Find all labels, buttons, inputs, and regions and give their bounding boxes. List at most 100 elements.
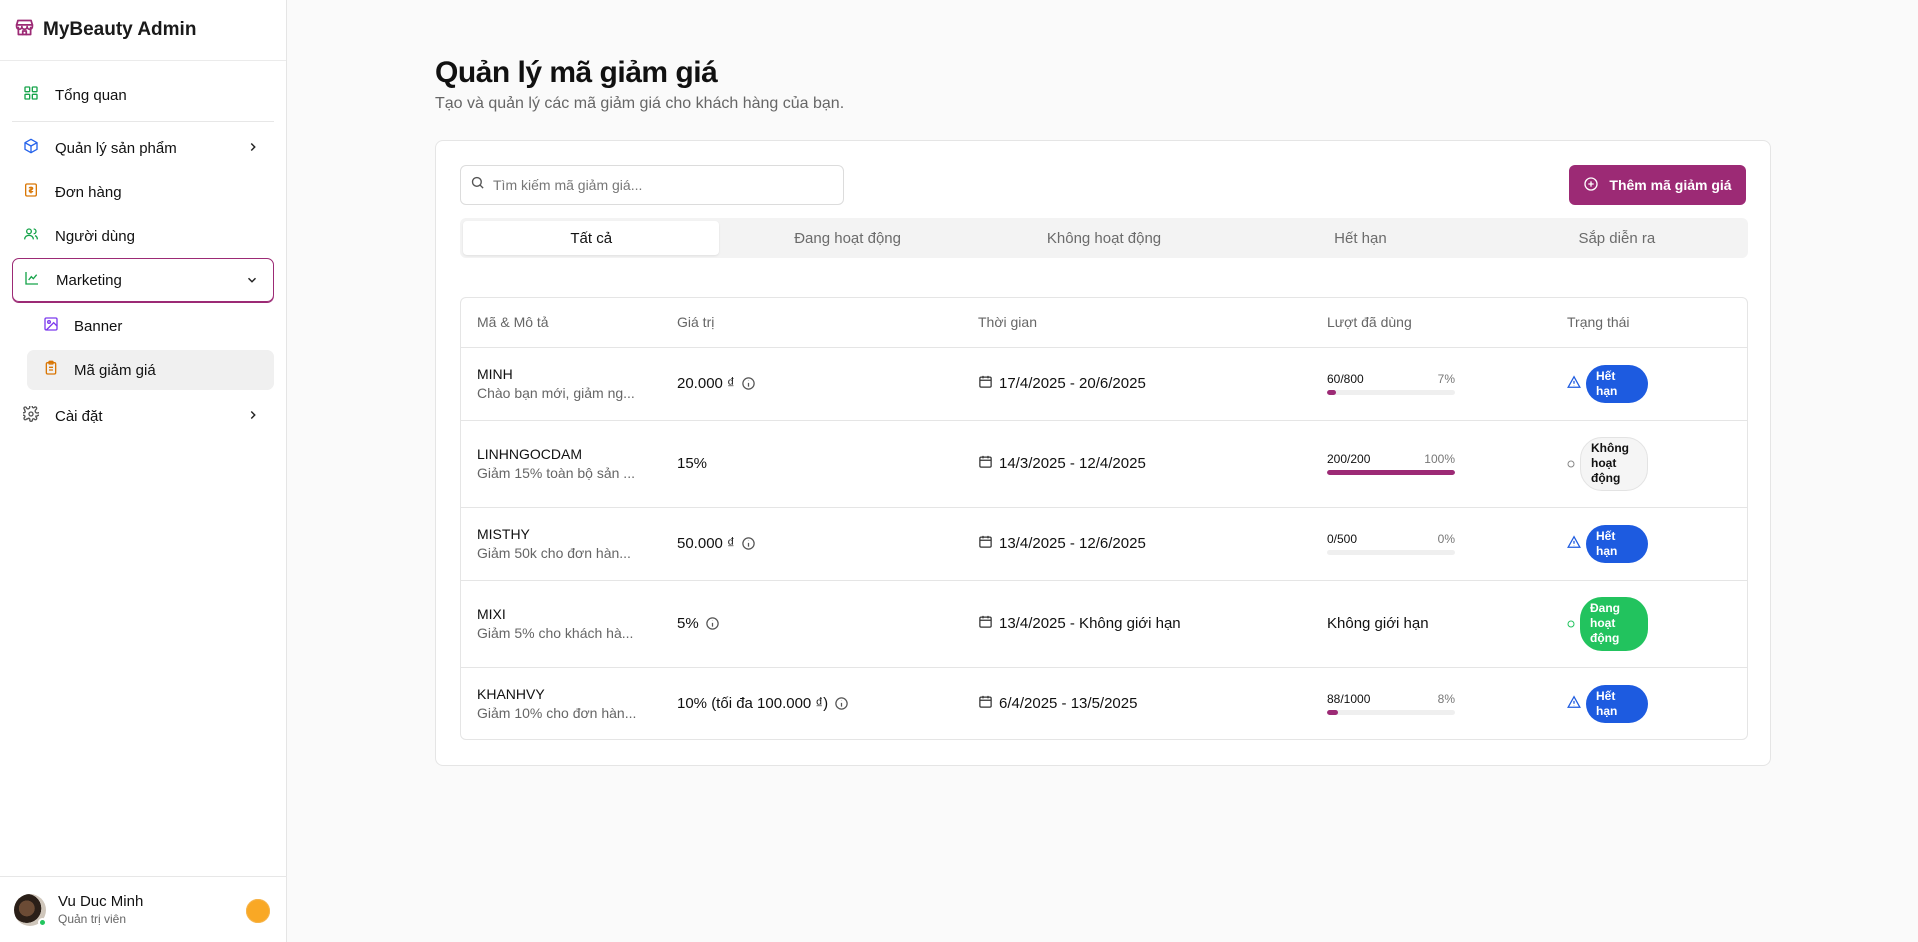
page-subtitle: Tạo và quản lý các mã giảm giá cho khách… <box>435 95 845 112</box>
coupon-code: LINHNGOCDAM <box>477 446 583 462</box>
theme-toggle[interactable] <box>246 899 270 923</box>
coupon-value: 15% <box>677 455 708 472</box>
column-header[interactable]: Thời gian <box>962 298 1311 348</box>
usage-progress: 0/500 0% <box>1327 532 1455 555</box>
usage-count: 88/1000 <box>1327 692 1371 707</box>
chevron-right-icon <box>246 140 260 158</box>
info-icon[interactable] <box>741 536 756 551</box>
coupon-value: 20.000 ₫ <box>677 375 735 392</box>
inactive-circle-icon <box>1567 455 1575 472</box>
brand[interactable]: MyBeauty Admin <box>0 0 286 61</box>
coupon-dates: 17/4/2025 - 20/6/2025 <box>999 375 1146 392</box>
coupon-description: Giảm 10% cho đơn hàn... <box>477 705 637 722</box>
coupon-table: Mã & Mô tả Giá trị Thời gian Lượt đã dùn… <box>460 297 1748 740</box>
sidebar-item-label: Marketing <box>56 271 122 289</box>
gear-icon <box>21 404 41 426</box>
usage-percent: 100% <box>1424 452 1455 466</box>
dashboard-icon <box>23 85 39 105</box>
tab-inactive[interactable]: Không hoạt động <box>976 221 1232 255</box>
status-badge: Hết hạn <box>1586 684 1648 723</box>
main-content: Quản lý mã giảm giá Tạo và quản lý các m… <box>287 0 1918 942</box>
calendar-icon <box>978 694 993 713</box>
sidebar-item-label: Người dùng <box>55 227 135 245</box>
coupon-value: 50.000 ₫ <box>677 535 735 552</box>
online-indicator <box>38 917 47 927</box>
sidebar-item-orders[interactable]: Đơn hàng <box>12 170 274 214</box>
usage-percent: 8% <box>1437 692 1455 707</box>
chart-line-icon <box>24 270 40 290</box>
usage-percent: 0% <box>1437 532 1455 546</box>
coupon-description: Giảm 5% cho khách hà... <box>477 625 634 641</box>
chevron-down-icon <box>245 273 259 291</box>
calendar-icon <box>978 534 993 553</box>
status-text: Hết <box>1596 688 1616 703</box>
usage-count: 0/500 <box>1327 532 1358 546</box>
coupon-description: Giảm 15% toàn bộ sản ... <box>477 465 635 481</box>
usage-bar-fill <box>1327 710 1339 716</box>
coupon-code: MINH <box>477 366 513 382</box>
status-text: Hết <box>1596 368 1616 383</box>
table-row[interactable]: MINH Chào bạn mới, giảm ng... 20.000 ₫ 17… <box>461 347 1747 421</box>
sidebar-item-label: Quản lý sản phẩm <box>55 139 177 157</box>
coupon-value: 10% (tối đa 100.000 ₫) <box>677 695 829 713</box>
usage-progress: 88/1000 8% <box>1327 692 1455 716</box>
status-text: Đang <box>1590 601 1620 615</box>
app-title: MyBeauty Admin <box>43 19 197 40</box>
table-row[interactable]: MISTHY Giảm 50k cho đơn hàn... 50.000 ₫ 1… <box>461 507 1747 581</box>
status-tabs: Tất cả Đang hoạt động Không hoạt động Hế… <box>460 218 1748 258</box>
coupon-card: Thêm mã giảm giá Tất cả Đang hoạt động K… <box>435 140 1771 766</box>
usage-percent: 7% <box>1437 372 1455 386</box>
status-text: động <box>1591 471 1621 485</box>
sidebar-item-users[interactable]: Người dùng <box>12 214 274 258</box>
tab-upcoming[interactable]: Sắp diễn ra <box>1489 221 1745 255</box>
info-icon[interactable] <box>741 376 756 391</box>
warning-triangle-icon <box>1567 695 1581 713</box>
add-coupon-button[interactable]: Thêm mã giảm giá <box>1569 165 1746 205</box>
user-profile[interactable]: Vu Duc Minh Quản trị viên <box>0 876 287 942</box>
column-header[interactable]: Giá trị <box>661 298 962 348</box>
receipt-icon <box>23 182 39 202</box>
search-icon <box>470 175 485 195</box>
usage-bar-fill <box>1327 390 1336 395</box>
sidebar-subitem-coupons[interactable]: Mã giảm giá <box>27 350 274 390</box>
info-icon[interactable] <box>705 616 720 631</box>
info-icon[interactable] <box>834 696 849 711</box>
search-input[interactable] <box>493 177 823 193</box>
sidebar-item-marketing[interactable]: Marketing <box>12 258 274 302</box>
sidebar-subitem-banner[interactable]: Banner <box>27 306 274 346</box>
sidebar-item-label: Tổng quan <box>55 86 127 104</box>
status-text: động <box>1590 631 1620 645</box>
coupon-value: 5% <box>677 615 699 632</box>
coupon-code: KHANHVY <box>477 686 545 703</box>
store-icon <box>14 17 35 43</box>
sidebar: MyBeauty Admin Tổng quan Quản lý sản phẩ… <box>0 0 287 942</box>
column-header[interactable]: Trạng thái <box>1551 298 1747 348</box>
sidebar-item-overview[interactable]: Tổng quan <box>12 73 274 117</box>
tab-expired[interactable]: Hết hạn <box>1232 221 1488 255</box>
coupon-code: MIXI <box>477 606 506 622</box>
usage-count: 60/800 <box>1327 372 1364 386</box>
tab-all[interactable]: Tất cả <box>463 221 720 255</box>
status-text: hoạt <box>1591 456 1617 470</box>
table-row[interactable]: MIXI Giảm 5% cho khách hà... 5% 13/4/2025… <box>461 580 1747 668</box>
divider <box>12 121 274 122</box>
status-badge: Hết hạn <box>1586 364 1648 403</box>
status-text: hoạt <box>1590 616 1616 630</box>
sidebar-subitem-label: Mã giảm giá <box>74 361 156 379</box>
users-icon <box>23 226 39 246</box>
column-header[interactable]: Mã & Mô tả <box>461 298 661 348</box>
search-box[interactable] <box>460 165 844 205</box>
coupon-dates: 14/3/2025 - 12/4/2025 <box>999 455 1146 472</box>
coupon-code: MISTHY <box>477 526 530 542</box>
sidebar-item-products[interactable]: Quản lý sản phẩm <box>12 126 274 170</box>
avatar <box>14 893 47 927</box>
status-text: Hết <box>1596 528 1616 543</box>
sidebar-item-settings[interactable]: Cài đặt <box>12 394 274 438</box>
table-row[interactable]: LINHNGOCDAM Giảm 15% toàn bộ sản ... 15% … <box>461 420 1747 508</box>
status-text: hạn <box>1596 383 1618 398</box>
sidebar-item-label: Cài đặt <box>55 407 103 425</box>
table-row[interactable]: KHANHVY Giảm 10% cho đơn hàn... 10% (tối … <box>461 667 1747 739</box>
page-title: Quản lý mã giảm giá <box>435 56 718 89</box>
column-header[interactable]: Lượt đã dùng <box>1311 298 1551 348</box>
tab-active[interactable]: Đang hoạt động <box>719 221 975 255</box>
